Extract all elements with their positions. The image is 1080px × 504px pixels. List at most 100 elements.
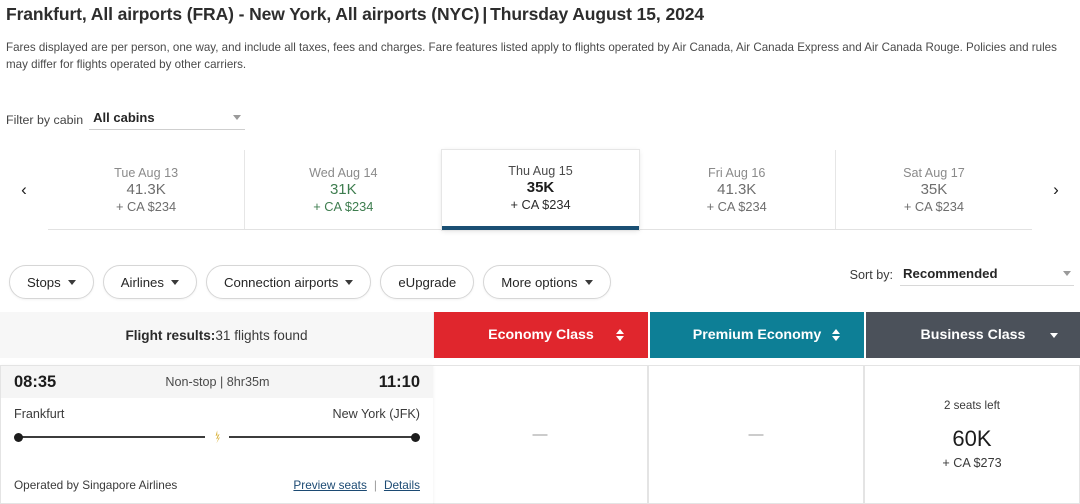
flight-results-count: Flight results: 31 flights found <box>0 312 434 358</box>
date-cell-day: Tue Aug 13 <box>114 165 179 180</box>
caret-down-icon <box>832 336 840 341</box>
date-cell-wed-aug-14[interactable]: Wed Aug 14 31K + CA $234 <box>245 150 443 229</box>
fare-disclaimer: Fares displayed are per person, one way,… <box>6 41 1057 71</box>
chevron-down-icon <box>233 115 242 120</box>
destination-dot-icon <box>411 432 420 442</box>
arrival-time: 11:10 <box>378 372 420 391</box>
filter-more-options-button[interactable]: More options <box>483 265 611 299</box>
chevron-down-icon <box>67 279 76 285</box>
sort-control: Sort by: Recommended <box>850 266 1074 286</box>
cabin-filter-select[interactable]: All cabins <box>89 110 246 130</box>
tab-label: Premium Economy <box>692 327 822 343</box>
operated-by-text: Operated by Singapore Airlines <box>14 478 178 492</box>
sort-updown-icon[interactable] <box>616 329 624 341</box>
caret-up-icon <box>616 329 624 334</box>
route-block: Frankfurt New York (JFK) <box>1 398 433 445</box>
filter-airlines-button[interactable]: Airlines <box>102 265 197 299</box>
date-cell-cash: + CA $234 <box>510 197 571 212</box>
chevron-down-icon <box>170 279 179 285</box>
sort-updown-icon[interactable] <box>832 329 840 341</box>
filter-label: Stops <box>27 274 61 290</box>
sort-label: Sort by: <box>849 268 893 282</box>
sort-select[interactable]: Recommended <box>900 266 1074 286</box>
cabin-filter-value: All cabins <box>93 110 155 125</box>
date-cell-cash: + CA $234 <box>903 198 964 214</box>
date-cell-cash: + CA $234 <box>116 198 177 214</box>
date-cell-day: Thu Aug 15 <box>508 164 573 178</box>
date-cell-cash: + CA $234 <box>313 198 374 214</box>
cabin-filter: Filter by cabin All cabins <box>6 110 246 130</box>
cabin-class-header-bar: Flight results: 31 flights found Economy … <box>0 312 1080 358</box>
caret-down-icon <box>616 336 624 341</box>
seats-left-badge: 2 seats left <box>943 399 1001 412</box>
preview-seats-link[interactable]: Preview seats <box>293 478 366 492</box>
route-title: Frankfurt, All airports (FRA) - New York… <box>6 4 480 24</box>
prev-dates-button[interactable]: ‹ <box>0 150 48 230</box>
results-label: Flight results: <box>125 327 216 343</box>
fare-points: 60K <box>952 426 992 451</box>
date-cells: Tue Aug 13 41.3K + CA $234 Wed Aug 14 31… <box>48 150 1032 230</box>
page-title: Frankfurt, All airports (FRA) - New York… <box>6 4 704 25</box>
chevron-down-icon <box>1050 332 1058 338</box>
stops-and-duration: Non-stop | 8hr35m <box>165 375 270 389</box>
departure-time: 08:35 <box>14 372 57 391</box>
tab-economy-class[interactable]: Economy Class <box>434 312 650 358</box>
title-separator: | <box>482 4 488 24</box>
date-cell-sat-aug-17[interactable]: Sat Aug 17 35K + CA $234 <box>836 150 1032 229</box>
filter-stops-button[interactable]: Stops <box>9 265 94 299</box>
chevron-left-icon: ‹ <box>21 180 27 199</box>
date-cell-points: 41.3K <box>717 180 757 198</box>
date-cell-day: Sat Aug 17 <box>903 165 965 180</box>
date-cell-tue-aug-13[interactable]: Tue Aug 13 41.3K + CA $234 <box>48 150 246 229</box>
destination-city: New York (JFK) <box>332 407 420 421</box>
flight-details-cell: 08:35 Non-stop | 8hr35m 11:10 Frankfurt … <box>0 365 433 504</box>
link-divider: | <box>373 478 377 492</box>
date-cell-cash: + CA $234 <box>706 198 767 214</box>
cabin-filter-label: Filter by cabin <box>6 113 84 127</box>
date-cell-points: 41.3K <box>126 180 166 198</box>
chevron-right-icon: › <box>1053 180 1059 199</box>
tab-premium-economy[interactable]: Premium Economy <box>650 312 866 358</box>
date-cell-fri-aug-16[interactable]: Fri Aug 16 41.3K + CA $234 <box>639 150 836 229</box>
fare-unavailable-dash: — <box>748 426 764 443</box>
filter-label: Connection airports <box>223 274 339 290</box>
flight-times-band: 08:35 Non-stop | 8hr35m 11:10 <box>1 366 433 398</box>
filter-connection-airports-button[interactable]: Connection airports <box>205 265 372 299</box>
origin-dot-icon <box>14 432 23 442</box>
fare-cell-business[interactable]: 2 seats left 60K + CA $273 <box>864 365 1080 504</box>
filter-eupgrade-button[interactable]: eUpgrade <box>380 265 475 299</box>
date-title: Thursday August 15, 2024 <box>490 4 704 24</box>
caret-up-icon <box>832 329 840 334</box>
date-cell-day: Wed Aug 14 <box>309 165 378 180</box>
fare-cash: + CA $273 <box>942 456 1002 470</box>
table-row: 08:35 Non-stop | 8hr35m 11:10 Frankfurt … <box>0 365 1080 504</box>
next-dates-button[interactable]: › <box>1032 150 1080 230</box>
filter-label: eUpgrade <box>398 274 457 290</box>
date-cell-points: 35K <box>526 179 555 196</box>
tab-business-class[interactable]: Business Class <box>866 312 1080 358</box>
fare-unavailable-dash: — <box>532 426 548 443</box>
route-cities: Frankfurt New York (JFK) <box>14 407 420 421</box>
date-cell-thu-aug-15[interactable]: Thu Aug 15 35K + CA $234 <box>442 150 639 230</box>
sort-value: Recommended <box>903 266 998 281</box>
filter-label: More options <box>501 274 578 290</box>
results-count-text: 31 flights found <box>215 327 308 343</box>
chevron-down-icon <box>1063 271 1071 276</box>
tab-label: Business Class <box>920 327 1026 343</box>
date-cell-points: 31K <box>329 180 357 198</box>
tab-label: Economy Class <box>488 327 594 343</box>
operator-row: Operated by Singapore Airlines Preview s… <box>1 478 433 503</box>
singapore-airlines-logo-icon <box>205 429 229 445</box>
chevron-down-icon <box>584 279 593 285</box>
filter-label: Airlines <box>120 274 164 290</box>
details-link[interactable]: Details <box>384 478 420 492</box>
date-cell-points: 35K <box>920 180 948 198</box>
fare-cell-economy[interactable]: — <box>433 365 648 504</box>
fare-cell-premium-economy[interactable]: — <box>648 365 864 504</box>
date-cell-day: Fri Aug 16 <box>708 165 766 180</box>
chevron-down-icon <box>345 279 354 285</box>
route-line <box>14 429 420 445</box>
flight-search-results-page: Frankfurt, All airports (FRA) - New York… <box>0 0 1080 504</box>
origin-city: Frankfurt <box>14 407 65 421</box>
date-strip: ‹ Tue Aug 13 41.3K + CA $234 Wed Aug 14 … <box>0 150 1080 230</box>
